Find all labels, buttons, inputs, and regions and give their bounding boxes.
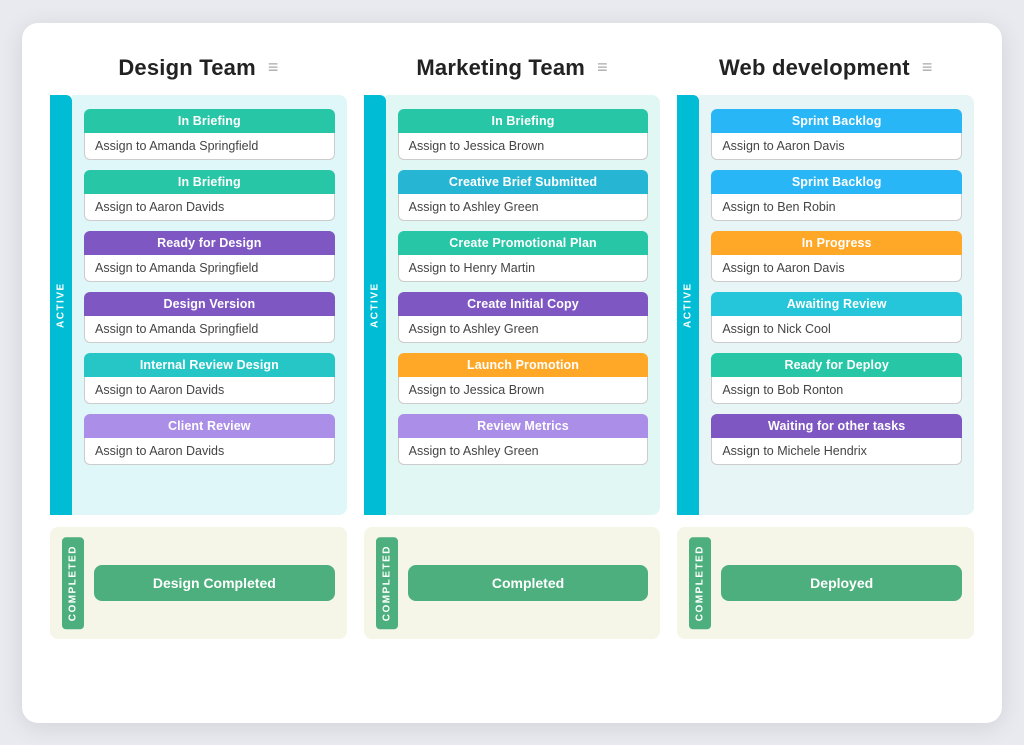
column-title-design-team: Design Team xyxy=(118,55,256,81)
card: In BriefingAssign to Jessica Brown xyxy=(398,109,649,160)
card-status: Design Version xyxy=(84,292,335,316)
active-section-design-team: In BriefingAssign to Amanda SpringfieldI… xyxy=(72,95,347,515)
completed-section-design-team: COMPLETED Design Completed xyxy=(50,527,347,639)
card-status: Ready for Design xyxy=(84,231,335,255)
card: Sprint BacklogAssign to Aaron Davis xyxy=(711,109,962,160)
active-bar-design-team: ACTIVE xyxy=(50,95,72,515)
card-assign[interactable]: Assign to Ashley Green xyxy=(398,194,649,221)
active-bar-marketing-team: ACTIVE xyxy=(364,95,386,515)
card-status: Create Promotional Plan xyxy=(398,231,649,255)
card-assign[interactable]: Assign to Nick Cool xyxy=(711,316,962,343)
column-body-web-development: ACTIVESprint BacklogAssign to Aaron Davi… xyxy=(677,95,974,515)
card-status: Review Metrics xyxy=(398,414,649,438)
active-section-marketing-team: In BriefingAssign to Jessica BrownCreati… xyxy=(386,95,661,515)
card: Internal Review DesignAssign to Aaron Da… xyxy=(84,353,335,404)
column-title-web-development: Web development xyxy=(719,55,910,81)
card-assign[interactable]: Assign to Amanda Springfield xyxy=(84,316,335,343)
column-menu-icon-marketing-team[interactable]: ≡ xyxy=(597,57,608,78)
card-assign[interactable]: Assign to Jessica Brown xyxy=(398,133,649,160)
card-assign[interactable]: Assign to Bob Ronton xyxy=(711,377,962,404)
column-menu-icon-web-development[interactable]: ≡ xyxy=(922,57,933,78)
active-bar-web-development: ACTIVE xyxy=(677,95,699,515)
completed-content-web-development: Deployed xyxy=(721,537,962,629)
board: Design Team≡ACTIVEIn BriefingAssign to A… xyxy=(50,55,974,639)
column-body-design-team: ACTIVEIn BriefingAssign to Amanda Spring… xyxy=(50,95,347,515)
card-assign[interactable]: Assign to Ashley Green xyxy=(398,316,649,343)
card-status: Sprint Backlog xyxy=(711,170,962,194)
completed-content-marketing-team: Completed xyxy=(408,537,649,629)
card: Launch PromotionAssign to Jessica Brown xyxy=(398,353,649,404)
card: Design VersionAssign to Amanda Springfie… xyxy=(84,292,335,343)
column-design-team: Design Team≡ACTIVEIn BriefingAssign to A… xyxy=(50,55,347,639)
card-assign[interactable]: Assign to Amanda Springfield xyxy=(84,255,335,282)
card-status: In Briefing xyxy=(84,109,335,133)
board-container: Design Team≡ACTIVEIn BriefingAssign to A… xyxy=(22,23,1002,723)
card: Create Promotional PlanAssign to Henry M… xyxy=(398,231,649,282)
card-assign[interactable]: Assign to Aaron Davis xyxy=(711,255,962,282)
column-body-marketing-team: ACTIVEIn BriefingAssign to Jessica Brown… xyxy=(364,95,661,515)
column-divider xyxy=(355,55,356,639)
column-header-marketing-team: Marketing Team ≡ xyxy=(364,55,661,81)
card-assign[interactable]: Assign to Aaron Davids xyxy=(84,438,335,465)
card: In ProgressAssign to Aaron Davis xyxy=(711,231,962,282)
column-title-marketing-team: Marketing Team xyxy=(416,55,585,81)
card-status: Sprint Backlog xyxy=(711,109,962,133)
card-status: In Progress xyxy=(711,231,962,255)
completed-bar-marketing-team: COMPLETED xyxy=(376,537,398,629)
card-status: Waiting for other tasks xyxy=(711,414,962,438)
card: In BriefingAssign to Aaron Davids xyxy=(84,170,335,221)
card-status: In Briefing xyxy=(398,109,649,133)
card-status: In Briefing xyxy=(84,170,335,194)
card-assign[interactable]: Assign to Aaron Davids xyxy=(84,194,335,221)
column-marketing-team: Marketing Team≡ACTIVEIn BriefingAssign t… xyxy=(364,55,661,639)
card-assign[interactable]: Assign to Ben Robin xyxy=(711,194,962,221)
completed-bar-design-team: COMPLETED xyxy=(62,537,84,629)
completed-bar-web-development: COMPLETED xyxy=(689,537,711,629)
completed-button-marketing-team[interactable]: Completed xyxy=(408,565,649,601)
column-menu-icon-design-team[interactable]: ≡ xyxy=(268,57,279,78)
card: Ready for DesignAssign to Amanda Springf… xyxy=(84,231,335,282)
card: Ready for DeployAssign to Bob Ronton xyxy=(711,353,962,404)
column-header-web-development: Web development ≡ xyxy=(677,55,974,81)
card-status: Create Initial Copy xyxy=(398,292,649,316)
column-header-design-team: Design Team ≡ xyxy=(50,55,347,81)
card-assign[interactable]: Assign to Aaron Davids xyxy=(84,377,335,404)
card: Client ReviewAssign to Aaron Davids xyxy=(84,414,335,465)
card-assign[interactable]: Assign to Michele Hendrix xyxy=(711,438,962,465)
card-assign[interactable]: Assign to Henry Martin xyxy=(398,255,649,282)
card: In BriefingAssign to Amanda Springfield xyxy=(84,109,335,160)
completed-section-marketing-team: COMPLETED Completed xyxy=(364,527,661,639)
card: Waiting for other tasksAssign to Michele… xyxy=(711,414,962,465)
column-divider xyxy=(668,55,669,639)
card-status: Client Review xyxy=(84,414,335,438)
card-status: Launch Promotion xyxy=(398,353,649,377)
card-status: Creative Brief Submitted xyxy=(398,170,649,194)
card-status: Ready for Deploy xyxy=(711,353,962,377)
card: Create Initial CopyAssign to Ashley Gree… xyxy=(398,292,649,343)
card-assign[interactable]: Assign to Jessica Brown xyxy=(398,377,649,404)
card: Review MetricsAssign to Ashley Green xyxy=(398,414,649,465)
active-section-web-development: Sprint BacklogAssign to Aaron DavisSprin… xyxy=(699,95,974,515)
card-assign[interactable]: Assign to Aaron Davis xyxy=(711,133,962,160)
card: Sprint BacklogAssign to Ben Robin xyxy=(711,170,962,221)
card-assign[interactable]: Assign to Amanda Springfield xyxy=(84,133,335,160)
completed-content-design-team: Design Completed xyxy=(94,537,335,629)
card: Awaiting ReviewAssign to Nick Cool xyxy=(711,292,962,343)
card: Creative Brief SubmittedAssign to Ashley… xyxy=(398,170,649,221)
card-status: Internal Review Design xyxy=(84,353,335,377)
card-assign[interactable]: Assign to Ashley Green xyxy=(398,438,649,465)
column-web-development: Web development≡ACTIVESprint BacklogAssi… xyxy=(677,55,974,639)
completed-section-web-development: COMPLETED Deployed xyxy=(677,527,974,639)
card-status: Awaiting Review xyxy=(711,292,962,316)
completed-button-design-team[interactable]: Design Completed xyxy=(94,565,335,601)
completed-button-web-development[interactable]: Deployed xyxy=(721,565,962,601)
